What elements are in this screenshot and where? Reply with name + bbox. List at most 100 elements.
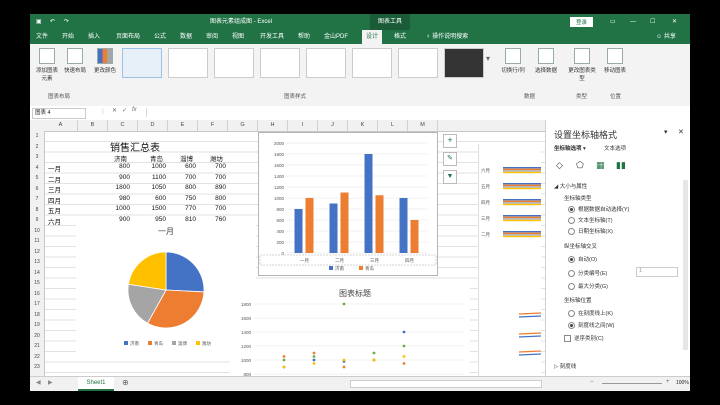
ribbon-display-icon[interactable]: ▭ <box>610 14 616 30</box>
column-header[interactable]: D <box>138 120 168 131</box>
change-chart-type-button[interactable]: 更改图表类型 <box>568 48 596 82</box>
pie-slice[interactable] <box>127 251 167 291</box>
row-header[interactable]: 7 <box>30 194 44 205</box>
column-header[interactable]: L <box>378 120 408 131</box>
value-cell[interactable]: 770 <box>174 205 196 212</box>
chart-filter-button[interactable]: ▼ <box>443 170 457 184</box>
radio-text-axis[interactable]: 文本坐标轴(T) <box>568 216 613 225</box>
scatter-point[interactable] <box>282 365 286 369</box>
scatter-point[interactable] <box>402 344 406 348</box>
chart-style-5[interactable] <box>306 48 346 78</box>
pie-chart[interactable]: 一月 济南 青岛 淄博 潍坊 <box>76 224 256 352</box>
scatter-point[interactable] <box>342 358 346 362</box>
formula-input[interactable] <box>146 108 687 117</box>
scatter-point[interactable] <box>312 351 316 355</box>
row-header[interactable]: 21 <box>30 341 44 352</box>
login-button[interactable]: 登录 <box>570 17 594 27</box>
chart-style-2[interactable] <box>168 48 208 78</box>
pie-slice[interactable] <box>165 251 205 293</box>
tab-data[interactable]: 数据 <box>176 30 196 44</box>
maximize-icon[interactable]: ☐ <box>650 14 655 30</box>
column-header[interactable]: B <box>78 120 108 131</box>
hbar[interactable] <box>503 200 541 202</box>
enter-icon[interactable]: ✓ <box>122 107 127 114</box>
scatter-point[interactable] <box>312 355 316 358</box>
bar[interactable] <box>410 220 419 253</box>
month-cell[interactable]: 四月 <box>48 195 61 205</box>
bar[interactable] <box>364 154 373 253</box>
row-header[interactable]: 3 <box>30 152 44 163</box>
hbar[interactable] <box>503 168 541 170</box>
hbar[interactable] <box>503 170 541 172</box>
scatter-point[interactable] <box>402 355 406 358</box>
column-header[interactable]: G <box>228 120 258 131</box>
value-cell[interactable]: 750 <box>174 195 196 202</box>
zoom-out-icon[interactable]: − <box>590 379 594 385</box>
share-button[interactable]: ☺ 共享 <box>652 30 680 44</box>
radio-cross-category[interactable]: 分类编号(E) <box>568 269 607 278</box>
month-cell[interactable]: 五月 <box>48 205 61 215</box>
value-cell[interactable]: 1800 <box>108 184 130 191</box>
row-header[interactable]: 20 <box>30 331 44 342</box>
row-header[interactable]: 23 <box>30 362 44 373</box>
undo-icon[interactable]: ↶ <box>50 14 55 30</box>
month-cell[interactable]: 二月 <box>48 174 61 184</box>
sheet-tab[interactable]: Sheet1 <box>78 377 114 391</box>
row-header[interactable]: 8 <box>30 205 44 216</box>
bar-chart[interactable]: 0 200 400 600 800 1000 1200 1400 1600 1800 2000 一月二… <box>258 132 438 276</box>
row-header[interactable]: 17 <box>30 299 44 310</box>
tab-developer[interactable]: 开发工具 <box>256 30 288 44</box>
row-header[interactable]: 15 <box>30 278 44 289</box>
radio-between-tick-marks[interactable]: 刻度线之间(W) <box>568 321 614 330</box>
column-header[interactable]: F <box>198 120 228 131</box>
scatter-point[interactable] <box>372 358 376 362</box>
bar[interactable] <box>399 198 408 253</box>
value-cell[interactable]: 600 <box>174 163 196 170</box>
scatter-point[interactable] <box>312 358 316 362</box>
tab-formulas[interactable]: 公式 <box>150 30 170 44</box>
radio-date-axis[interactable]: 日期坐标轴(X) <box>568 227 613 236</box>
hbar[interactable] <box>503 232 541 234</box>
column-heading[interactable]: 淄博 <box>180 153 193 163</box>
save-icon[interactable]: ▣ <box>36 14 42 30</box>
radio-auto-axis[interactable]: 根据数据自动选择(Y) <box>568 205 629 214</box>
column-header[interactable]: I <box>288 120 318 131</box>
row-header[interactable]: 19 <box>30 320 44 331</box>
value-cell[interactable]: 1100 <box>144 174 166 181</box>
tab-view[interactable]: 视图 <box>228 30 248 44</box>
value-cell[interactable]: 600 <box>144 195 166 202</box>
row-header[interactable]: 5 <box>30 173 44 184</box>
sheet-prev-icon[interactable]: ◀ <box>36 379 41 386</box>
hbar[interactable] <box>503 202 541 204</box>
tab-help[interactable]: 帮助 <box>294 30 314 44</box>
tab-insert[interactable]: 插入 <box>84 30 104 44</box>
row-header[interactable]: 2 <box>30 142 44 153</box>
column-header[interactable]: E <box>168 120 198 131</box>
bar[interactable] <box>375 195 384 253</box>
effects-icon[interactable]: ⬠ <box>576 160 584 171</box>
radio-cross-max[interactable]: 最大分类(G) <box>568 282 608 291</box>
chart-style-6[interactable] <box>352 48 392 78</box>
name-box[interactable]: 图表 4 <box>32 108 86 119</box>
row-header[interactable]: 16 <box>30 289 44 300</box>
value-cell[interactable]: 700 <box>204 163 226 170</box>
column-header[interactable]: J <box>318 120 348 131</box>
pane-scrollbar[interactable] <box>683 180 688 350</box>
value-cell[interactable]: 800 <box>174 184 196 191</box>
hbar[interactable] <box>503 203 541 206</box>
horizontal-bar-chart[interactable]: 六月 五月 四月 三月 二月 <box>478 144 542 376</box>
hbar[interactable] <box>503 171 541 174</box>
value-cell[interactable]: 800 <box>204 195 226 202</box>
chart-style-3[interactable] <box>214 48 254 78</box>
scatter-point[interactable] <box>402 362 406 365</box>
value-cell[interactable]: 1000 <box>144 163 166 170</box>
row-header[interactable]: 4 <box>30 163 44 174</box>
section-size-properties[interactable]: ◢ 大小与属性 <box>554 182 587 190</box>
row-header[interactable]: 10 <box>30 226 44 237</box>
redo-icon[interactable]: ↷ <box>64 14 69 30</box>
column-header[interactable]: H <box>258 120 288 131</box>
scatter-point[interactable] <box>282 355 286 358</box>
styles-more-icon[interactable]: ▾ <box>486 54 490 63</box>
value-cell[interactable]: 1050 <box>144 184 166 191</box>
value-cell[interactable]: 900 <box>108 174 130 181</box>
